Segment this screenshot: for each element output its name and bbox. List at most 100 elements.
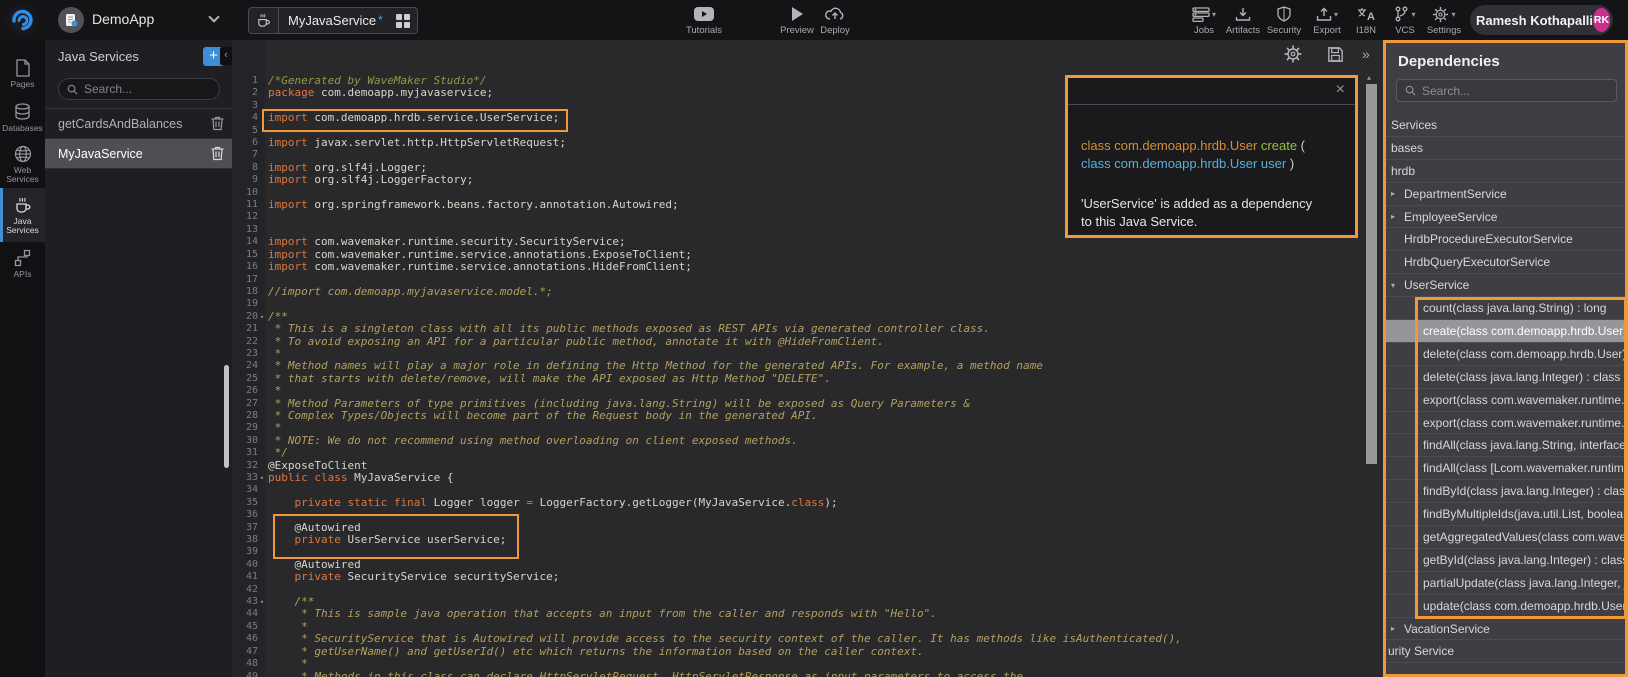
dependency-row[interactable]: delete(class com.demoapp.hrdb.User) : vo bbox=[1386, 343, 1625, 366]
fold-gutter bbox=[258, 162, 266, 174]
dependency-label: create(class com.demoapp.hrdb.User) : cl… bbox=[1423, 324, 1625, 338]
sidebar-item-label: APIs bbox=[14, 270, 32, 279]
line-number: 22 bbox=[232, 336, 258, 348]
java-services-panel: Java Services + ‹ getCardsAndBalancesMyJ… bbox=[45, 40, 232, 677]
dependency-row[interactable]: getById(class java.lang.Integer) : class… bbox=[1386, 549, 1625, 572]
sidebar-item-apis[interactable]: APIs bbox=[0, 242, 45, 286]
dependency-label: HrdbProcedureExecutorService bbox=[1404, 232, 1573, 246]
dependency-row[interactable]: findAll(class [Lcom.wavemaker.runtime.da bbox=[1386, 457, 1625, 480]
scroll-up-arrow-icon[interactable]: ▴ bbox=[1367, 73, 1371, 82]
action-settings[interactable]: ▾Settings bbox=[1416, 5, 1472, 36]
dependency-row[interactable]: findByMultipleIds(java.util.List, boolea… bbox=[1386, 503, 1625, 526]
fold-gutter bbox=[258, 646, 266, 658]
dependency-row[interactable]: urity Service bbox=[1386, 640, 1625, 663]
fold-gutter bbox=[258, 211, 266, 223]
services-scrollbar[interactable] bbox=[224, 365, 229, 468]
dependency-row[interactable]: HrdbProcedureExecutorService bbox=[1386, 228, 1625, 251]
dependency-row[interactable]: findById(class java.lang.Integer) : clas… bbox=[1386, 480, 1625, 503]
delete-service-trash-icon[interactable] bbox=[202, 146, 232, 161]
dependency-row[interactable]: export(class com.wavemaker.runtime.data bbox=[1386, 412, 1625, 435]
dependency-row[interactable]: create(class com.demoapp.hrdb.User) : cl… bbox=[1386, 320, 1625, 343]
sidebar-item-java-services[interactable]: Java Services bbox=[0, 188, 45, 242]
dependency-row[interactable]: partialUpdate(class java.lang.Integer, j… bbox=[1386, 572, 1625, 595]
line-number: 16 bbox=[232, 261, 258, 273]
wavemaker-logo-icon[interactable] bbox=[5, 3, 39, 37]
project-name[interactable]: DemoApp bbox=[92, 11, 154, 27]
fold-gutter bbox=[258, 546, 266, 558]
collapse-panel-button[interactable]: ‹ bbox=[220, 47, 232, 65]
sidebar-item-label: Java Services bbox=[0, 217, 45, 235]
dependencies-search-input[interactable] bbox=[1422, 84, 1582, 98]
action-tutorials[interactable]: Tutorials bbox=[676, 5, 732, 36]
fold-marker-icon[interactable]: ▾ bbox=[258, 311, 266, 323]
sidebar-item-web-services[interactable]: Web Services bbox=[0, 140, 45, 188]
dependency-row[interactable]: bases bbox=[1386, 137, 1625, 160]
services-search-input[interactable] bbox=[84, 82, 204, 96]
project-icon[interactable] bbox=[58, 7, 84, 33]
line-number: 20 bbox=[232, 311, 258, 323]
code-line: 33▾public class MyJavaService { bbox=[232, 472, 1362, 484]
project-chevron-down-icon[interactable] bbox=[208, 11, 219, 22]
save-file-icon[interactable] bbox=[1326, 45, 1345, 64]
dependency-label: UserService bbox=[1404, 278, 1469, 292]
chevron-down-icon: ▾ bbox=[1451, 10, 1455, 19]
delete-service-trash-icon[interactable] bbox=[202, 116, 232, 131]
tab-layout-grid-icon[interactable] bbox=[389, 14, 417, 28]
line-number: 49 bbox=[232, 671, 258, 677]
line-number: 28 bbox=[232, 410, 258, 422]
dependency-row[interactable]: delete(class java.lang.Integer) : class … bbox=[1386, 366, 1625, 389]
fold-gutter bbox=[258, 484, 266, 496]
dependency-label: findAll(class [Lcom.wavemaker.runtime.da bbox=[1423, 461, 1625, 475]
fold-marker-icon[interactable]: ▾ bbox=[258, 472, 266, 484]
code-text: import org.springframework.beans.factory… bbox=[266, 199, 679, 211]
dependency-row[interactable]: count(class java.lang.String) : long bbox=[1386, 297, 1625, 320]
dependency-row[interactable]: ▸VacationService bbox=[1386, 618, 1625, 641]
editor-settings-gear-icon[interactable] bbox=[1284, 45, 1302, 63]
chevron-right-icon[interactable]: ▸ bbox=[1391, 189, 1404, 198]
line-number: 38 bbox=[232, 534, 258, 546]
dependency-row[interactable]: HrdbQueryExecutorService bbox=[1386, 251, 1625, 274]
dependency-row[interactable]: Services bbox=[1386, 114, 1625, 137]
action-label: I18N bbox=[1356, 25, 1376, 36]
fold-gutter bbox=[258, 534, 266, 546]
dependency-label: count(class java.lang.String) : long bbox=[1423, 301, 1606, 315]
dependency-label: bases bbox=[1391, 141, 1423, 155]
line-number: 14 bbox=[232, 236, 258, 248]
dependency-row[interactable]: ▸DepartmentService bbox=[1386, 183, 1625, 206]
action-deploy[interactable]: Deploy bbox=[807, 5, 863, 36]
close-icon[interactable]: × bbox=[1336, 81, 1345, 99]
dependency-row[interactable]: hrdb bbox=[1386, 160, 1625, 183]
chevron-right-icon[interactable]: ▸ bbox=[1391, 624, 1404, 633]
line-number: 43 bbox=[232, 596, 258, 608]
action-label: Export bbox=[1313, 25, 1340, 36]
svg-text:A: A bbox=[1367, 11, 1375, 22]
dependency-row[interactable]: update(class com.demoapp.hrdb.User) : cl bbox=[1386, 595, 1625, 618]
sidebar-item-databases[interactable]: Databases bbox=[0, 96, 45, 140]
dependency-row[interactable]: export(class com.wavemaker.runtime.data bbox=[1386, 389, 1625, 412]
dependency-label: getAggregatedValues(class com.wavemak bbox=[1423, 530, 1625, 544]
line-number: 7 bbox=[232, 149, 258, 161]
user-menu[interactable]: Ramesh Kothapalli RK bbox=[1470, 5, 1613, 35]
dependency-row[interactable]: getAggregatedValues(class com.wavemak bbox=[1386, 526, 1625, 549]
dependency-label: VacationService bbox=[1404, 622, 1490, 636]
expand-panel-button[interactable]: » bbox=[1362, 46, 1370, 62]
sidebar-item-pages[interactable]: Pages bbox=[0, 52, 45, 96]
service-item-getcardsandbalances[interactable]: getCardsAndBalances bbox=[45, 109, 232, 139]
editor-scrollbar[interactable] bbox=[1366, 84, 1377, 464]
dependency-row[interactable]: ▾UserService bbox=[1386, 274, 1625, 297]
code-text: import com.demoapp.hrdb.service.UserServ… bbox=[266, 112, 559, 124]
fold-gutter bbox=[258, 571, 266, 583]
line-number: 11 bbox=[232, 199, 258, 211]
dependency-label: update(class com.demoapp.hrdb.User) : cl bbox=[1423, 599, 1625, 613]
method-signature-line2: class com.demoapp.hrdb.User user ) bbox=[1081, 155, 1342, 173]
chevron-right-icon[interactable]: ▸ bbox=[1391, 212, 1404, 221]
editor-tab-myjavaservice[interactable]: MyJavaService* bbox=[248, 7, 418, 34]
user-name: Ramesh Kothapalli bbox=[1470, 13, 1593, 28]
export-icon: ▾ bbox=[1316, 5, 1338, 23]
dependency-row[interactable]: ▸EmployeeService bbox=[1386, 206, 1625, 229]
fold-marker-icon[interactable]: ▾ bbox=[258, 596, 266, 608]
line-number: 47 bbox=[232, 646, 258, 658]
chevron-down-icon[interactable]: ▾ bbox=[1391, 281, 1404, 290]
service-item-myjavaservice[interactable]: MyJavaService bbox=[45, 139, 232, 169]
dependency-row[interactable]: findAll(class java.lang.String, interfac… bbox=[1386, 434, 1625, 457]
